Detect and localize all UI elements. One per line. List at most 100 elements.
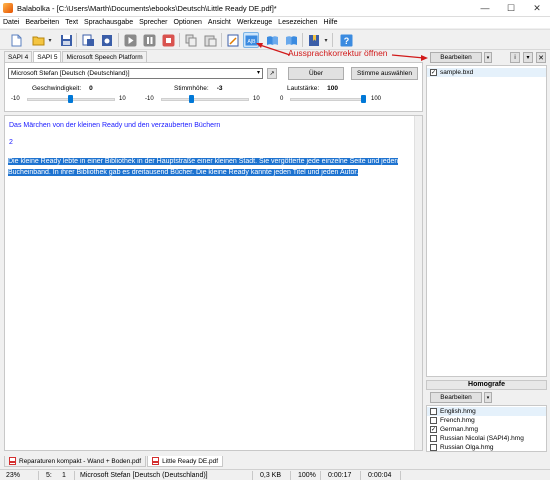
info-icon[interactable]: i — [510, 52, 520, 63]
menu-werkzeuge[interactable]: Werkzeuge — [234, 17, 275, 28]
menu-datei[interactable]: Datei — [0, 17, 22, 28]
list-item[interactable]: ✓ sample.bxd — [427, 68, 546, 77]
pitch-max: 10 — [253, 96, 260, 102]
status-bar: 23% 5: 1 Microsoft Stefan [Deutsch (Deut… — [0, 469, 550, 480]
menu-bar: Datei Bearbeiten Text Sprachausgabe Spre… — [0, 17, 550, 28]
svg-text:?: ? — [343, 36, 349, 46]
save-audio-icon[interactable] — [99, 32, 115, 48]
collapse-icon[interactable]: ▾ — [523, 52, 533, 63]
pause-icon[interactable] — [141, 32, 157, 48]
pitch-label: Stimmhöhe: -3 — [174, 85, 223, 92]
edit-dictionary-icon[interactable] — [225, 32, 241, 48]
pitch-value: -3 — [216, 85, 223, 92]
minimize-icon[interactable]: — — [472, 0, 498, 17]
help-icon[interactable]: ? — [338, 32, 354, 48]
homografe-edit-dropdown-icon[interactable]: ▾ — [484, 392, 492, 403]
editor-scrollbar[interactable] — [414, 116, 422, 450]
pdf-icon — [152, 457, 160, 465]
maximize-icon[interactable]: ☐ — [498, 0, 524, 17]
dictionary-file-list: ✓ sample.bxd — [426, 65, 547, 377]
status-line: 5: — [46, 472, 52, 479]
copy-icon[interactable] — [183, 32, 199, 48]
status-time-total: 0:00:04 — [368, 472, 392, 479]
file-checkbox[interactable]: ✓ — [430, 69, 437, 76]
homograph-checkbox[interactable] — [430, 444, 437, 451]
convert-icon[interactable] — [80, 32, 96, 48]
open-folder-icon[interactable] — [30, 32, 46, 48]
volume-slider-thumb[interactable] — [361, 95, 366, 103]
book-icon[interactable] — [283, 32, 299, 48]
voice-select[interactable]: Microsoft Stefan [Deutsch (Deutschland)]… — [8, 68, 263, 79]
tab-document-1[interactable]: Reparaturen kompakt - Wand + Boden.pdf — [4, 456, 147, 467]
text-editor[interactable]: Das Märchen von der kleinen Ready und de… — [4, 115, 423, 451]
status-column: 1 — [62, 472, 66, 479]
choose-voice-button[interactable]: Stimme auswählen — [351, 67, 418, 80]
homograph-checkbox[interactable]: ✓ — [430, 426, 437, 433]
pitch-min: -10 — [145, 96, 154, 102]
menu-hilfe[interactable]: Hilfe — [320, 17, 340, 28]
paste-icon[interactable] — [202, 32, 218, 48]
book-open-icon[interactable] — [264, 32, 280, 48]
menu-sprachausgabe[interactable]: Sprachausgabe — [81, 17, 136, 28]
right-panel-header: Bearbeiten ▾ i ▾ ✕ — [426, 51, 550, 65]
new-file-icon[interactable] — [8, 32, 24, 48]
speed-slider-thumb[interactable] — [68, 95, 73, 103]
menu-sprecher[interactable]: Sprecher — [136, 17, 170, 28]
title-bar: Balabolka - [C:\Users\Marth\Documents\eb… — [0, 0, 550, 17]
homograph-checkbox[interactable] — [430, 417, 437, 424]
document-tabs: Reparaturen kompakt - Wand + Boden.pdf L… — [4, 456, 224, 467]
toolbar: ▾ A|B ▾ ? — [0, 29, 550, 50]
stop-icon[interactable] — [160, 32, 176, 48]
voice-settings-icon[interactable]: ↗ — [267, 68, 277, 79]
menu-ansicht[interactable]: Ansicht — [205, 17, 234, 28]
voice-select-value: Microsoft Stefan [Deutsch (Deutschland)] — [11, 70, 130, 77]
chevron-down-icon: ▾ — [256, 70, 260, 76]
status-voice: Microsoft Stefan [Deutsch (Deutschland)] — [80, 472, 208, 479]
list-item[interactable]: French.hmg — [427, 416, 546, 425]
close-icon[interactable]: ✕ — [524, 0, 550, 17]
panel-close-icon[interactable]: ✕ — [536, 52, 546, 63]
app-icon — [3, 3, 13, 13]
editor-number-line: 2 — [9, 139, 13, 146]
menu-text[interactable]: Text — [62, 17, 81, 28]
menu-bearbeiten[interactable]: Bearbeiten — [22, 17, 62, 28]
play-icon[interactable] — [122, 32, 138, 48]
window-title: Balabolka - [C:\Users\Marth\Documents\eb… — [17, 3, 277, 13]
menu-optionen[interactable]: Optionen — [171, 17, 205, 28]
homograph-checkbox[interactable] — [430, 408, 437, 415]
pitch-slider-thumb[interactable] — [189, 95, 194, 103]
open-dropdown-icon[interactable]: ▾ — [46, 32, 54, 48]
voice-settings-panel: Microsoft Stefan [Deutsch (Deutschland)]… — [4, 62, 423, 112]
bookmark-dropdown-icon[interactable]: ▾ — [322, 32, 330, 48]
annotation-label: Aussprachkorrektur öffnen — [288, 48, 388, 58]
list-item[interactable]: English.hmg — [427, 407, 546, 416]
speed-value: 0 — [89, 85, 93, 92]
speed-label: Geschwindigkeit: 0 — [32, 85, 93, 92]
status-size: 0,3 KB — [260, 472, 282, 479]
editor-title-line: Das Märchen von der kleinen Ready und de… — [9, 122, 221, 129]
homografe-header: Homografe — [426, 380, 547, 390]
file-name: sample.bxd — [440, 69, 474, 76]
tab-document-2[interactable]: Little Ready DE.pdf — [147, 456, 224, 467]
pronunciation-correction-icon[interactable]: A|B — [243, 32, 259, 48]
bookmark-icon[interactable] — [306, 32, 322, 48]
list-item[interactable]: ✓ German.hmg — [427, 425, 546, 434]
editor-selected-text: Die kleine Ready lebte in einer Biblioth… — [8, 158, 399, 176]
dictionary-edit-dropdown-icon[interactable]: ▾ — [484, 52, 492, 63]
list-item[interactable]: Russian Olga.hmg — [427, 443, 546, 452]
save-icon[interactable] — [58, 32, 74, 48]
pitch-slider[interactable] — [161, 98, 249, 101]
dictionary-edit-button[interactable]: Bearbeiten — [430, 52, 482, 63]
homografe-list: English.hmg French.hmg ✓ German.hmg Russ… — [426, 405, 547, 452]
homograph-checkbox[interactable] — [430, 435, 437, 442]
volume-value: 100 — [327, 85, 339, 92]
list-item[interactable]: Russian Nicolai (SAPI4).hmg — [427, 434, 546, 443]
volume-min: 0 — [280, 96, 284, 102]
menu-lesezeichen[interactable]: Lesezeichen — [275, 17, 320, 28]
status-percent: 23% — [6, 472, 21, 479]
volume-max: 100 — [371, 96, 382, 102]
about-button[interactable]: Über — [288, 67, 344, 80]
volume-slider[interactable] — [290, 98, 365, 101]
status-time-elapsed: 0:00:17 — [328, 472, 352, 479]
homografe-edit-button[interactable]: Bearbeiten — [430, 392, 482, 403]
